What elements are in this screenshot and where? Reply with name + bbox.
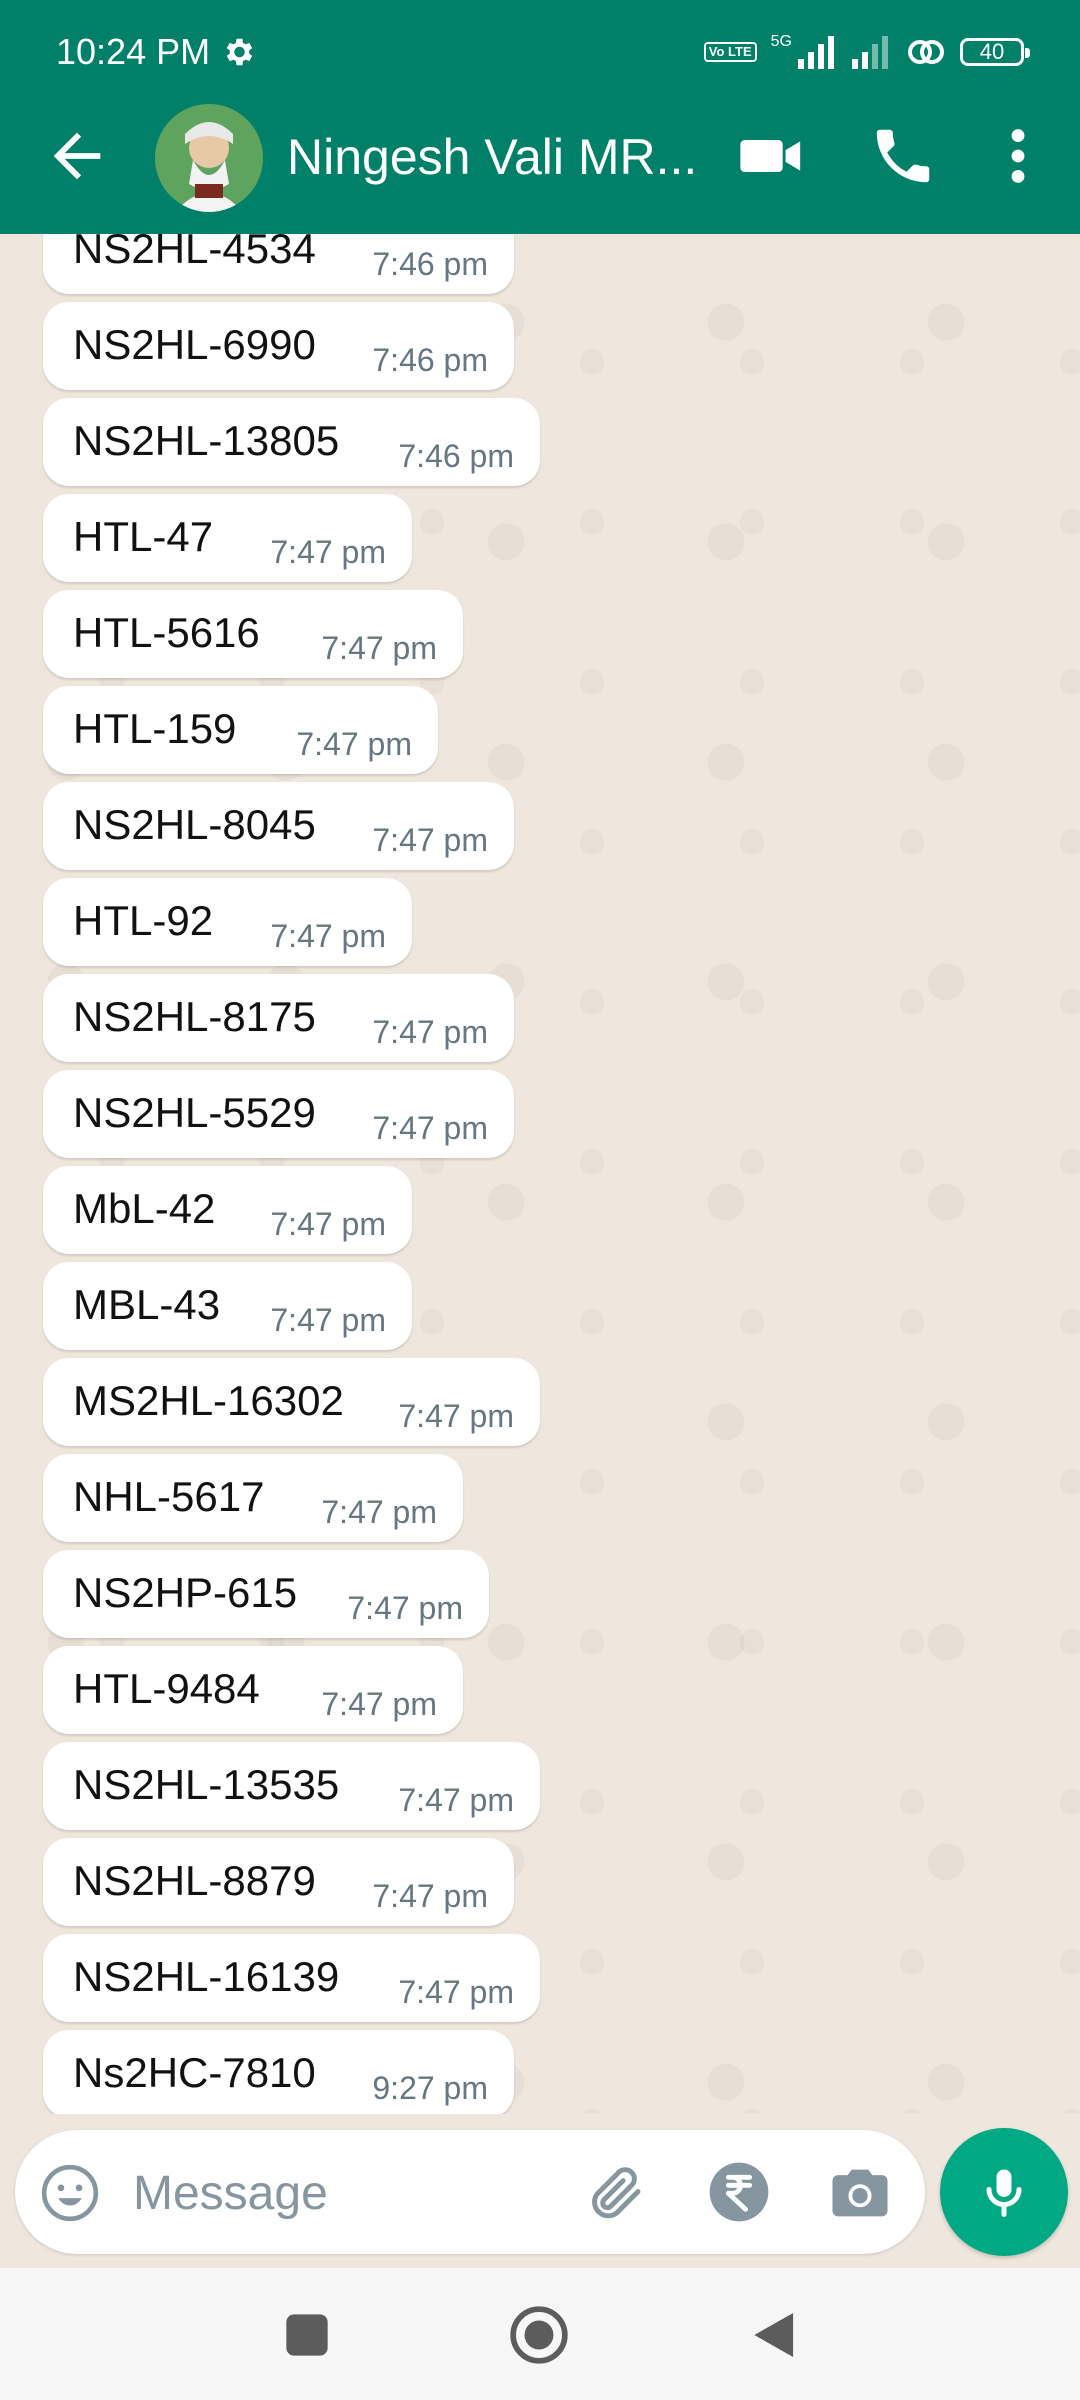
- message-bubble[interactable]: NS2HL-13535 7:47 pm: [43, 1742, 540, 1830]
- battery-indicator: 40: [960, 38, 1030, 66]
- message-text: MbL-42: [73, 1185, 216, 1232]
- message-timestamp: 7:47 pm: [372, 822, 488, 858]
- message-text: NS2HP-615: [73, 1569, 298, 1616]
- message-timestamp: 7:47 pm: [372, 1878, 488, 1914]
- message-bubble[interactable]: NS2HL-8879 7:47 pm: [43, 1838, 514, 1926]
- message-bubble[interactable]: NS2HL-8175 7:47 pm: [43, 974, 514, 1062]
- message-bubble[interactable]: NS2HL-16139 7:47 pm: [43, 1934, 540, 2022]
- more-vertical-icon[interactable]: [983, 121, 1053, 191]
- paperclip-icon[interactable]: [583, 2160, 649, 2226]
- message-bubble[interactable]: NS2HL-5529 7:47 pm: [43, 1070, 514, 1158]
- microphone-icon: [986, 2169, 1022, 2217]
- message-bubble[interactable]: HTL-159 7:47 pm: [43, 686, 438, 774]
- message-text: Ns2HC-7810: [73, 2049, 316, 2096]
- emoji-icon[interactable]: [39, 2162, 101, 2224]
- message-bubble[interactable]: HTL-47 7:47 pm: [43, 494, 412, 582]
- message-bubble[interactable]: NS2HL-6990 7:46 pm: [43, 302, 514, 390]
- message-bubble[interactable]: MBL-43 7:47 pm: [43, 1262, 412, 1350]
- message-bubble[interactable]: NS2HL-13805 7:46 pm: [43, 398, 540, 486]
- contact-name[interactable]: Ningesh Vali MR...: [287, 126, 707, 188]
- message-text: HTL-92: [73, 897, 214, 944]
- message-text: HTL-47: [73, 513, 214, 560]
- chat-header: 10:24 PM Vo LTE 5G 40 Ningesh Vali MR...: [0, 0, 1080, 234]
- message-bubble[interactable]: NHL-5617 7:47 pm: [43, 1454, 463, 1542]
- message-timestamp: 7:46 pm: [372, 342, 488, 378]
- message-bubble[interactable]: HTL-9484 7:47 pm: [43, 1646, 463, 1734]
- message-bubble[interactable]: HTL-5616 7:47 pm: [43, 590, 463, 678]
- microphone-button[interactable]: [940, 2128, 1068, 2256]
- message-input[interactable]: [131, 2158, 555, 2228]
- message-text: NHL-5617: [73, 1473, 265, 1520]
- message-text: NS2HL-5529: [73, 1089, 316, 1136]
- message-timestamp: 7:47 pm: [321, 1494, 437, 1530]
- message-text: NS2HL-4534: [73, 234, 316, 272]
- message-timestamp: 7:47 pm: [398, 1782, 514, 1818]
- message-bubble[interactable]: Ns2HC-7810 9:27 pm: [43, 2030, 514, 2114]
- back-triangle-icon[interactable]: [744, 2304, 806, 2366]
- home-circle-icon[interactable]: [508, 2304, 570, 2366]
- settings-gear-icon: [226, 38, 253, 66]
- message-bubble[interactable]: NS2HL-4534 7:46 pm: [43, 234, 514, 294]
- message-text: MS2HL-16302: [73, 1377, 344, 1424]
- recents-square-icon[interactable]: [276, 2304, 338, 2366]
- video-camera-icon[interactable]: [736, 121, 806, 191]
- message-bubble[interactable]: HTL-92 7:47 pm: [43, 878, 412, 966]
- signal-strength-secondary-icon: [852, 36, 888, 69]
- message-timestamp: 7:47 pm: [321, 630, 437, 666]
- back-arrow-icon[interactable]: [42, 121, 112, 191]
- message-timestamp: 7:47 pm: [270, 1206, 386, 1242]
- message-timestamp: 7:47 pm: [270, 918, 386, 954]
- message-text: NS2HL-6990: [73, 321, 316, 368]
- signal-strength-icon: [798, 36, 834, 69]
- message-timestamp: 7:47 pm: [372, 1110, 488, 1146]
- message-timestamp: 7:47 pm: [372, 1014, 488, 1050]
- message-bubble[interactable]: NS2HP-615 7:47 pm: [43, 1550, 489, 1638]
- message-text: HTL-9484: [73, 1665, 260, 1712]
- message-timestamp: 7:46 pm: [372, 246, 488, 282]
- hotspot-icon: [908, 40, 944, 64]
- message-text: NS2HL-8879: [73, 1857, 316, 1904]
- message-text: MBL-43: [73, 1281, 221, 1328]
- message-text: NS2HL-16139: [73, 1953, 340, 2000]
- message-composer: [15, 2130, 925, 2254]
- volte-badge: Vo LTE: [703, 42, 757, 62]
- chat-message-area[interactable]: NS2HL-4534 7:46 pm NS2HL-6990 7:46 pm NS2HL-…: [0, 234, 1080, 2114]
- message-text: HTL-5616: [73, 609, 260, 656]
- message-timestamp: 7:47 pm: [398, 1398, 514, 1434]
- message-text: NS2HL-13805: [73, 417, 340, 464]
- avatar-portrait-icon: [155, 104, 263, 212]
- message-bubble[interactable]: MS2HL-16302 7:47 pm: [43, 1358, 540, 1446]
- message-timestamp: 7:47 pm: [321, 1686, 437, 1722]
- message-timestamp: 9:27 pm: [372, 2070, 488, 2106]
- message-timestamp: 7:47 pm: [398, 1974, 514, 2010]
- message-timestamp: 7:47 pm: [347, 1590, 463, 1626]
- message-timestamp: 7:46 pm: [398, 438, 514, 474]
- message-text: HTL-159: [73, 705, 237, 752]
- message-text: NS2HL-13535: [73, 1761, 340, 1808]
- camera-icon[interactable]: [827, 2160, 893, 2226]
- message-timestamp: 7:47 pm: [296, 726, 412, 762]
- message-timestamp: 7:47 pm: [270, 1302, 386, 1338]
- status-indicators: Vo LTE 5G 40: [703, 30, 1030, 74]
- message-text: NS2HL-8175: [73, 993, 316, 1040]
- message-bubble[interactable]: NS2HL-8045 7:47 pm: [43, 782, 514, 870]
- message-timestamp: 7:47 pm: [270, 534, 386, 570]
- message-text: NS2HL-8045: [73, 801, 316, 848]
- rupee-icon[interactable]: [707, 2160, 771, 2224]
- message-bubble[interactable]: MbL-42 7:47 pm: [43, 1166, 412, 1254]
- status-time: 10:24 PM: [56, 31, 211, 72]
- system-navigation-bar: [0, 2268, 1080, 2400]
- network-type: 5G: [770, 33, 792, 50]
- contact-avatar[interactable]: [155, 104, 263, 212]
- phone-icon[interactable]: [868, 121, 938, 191]
